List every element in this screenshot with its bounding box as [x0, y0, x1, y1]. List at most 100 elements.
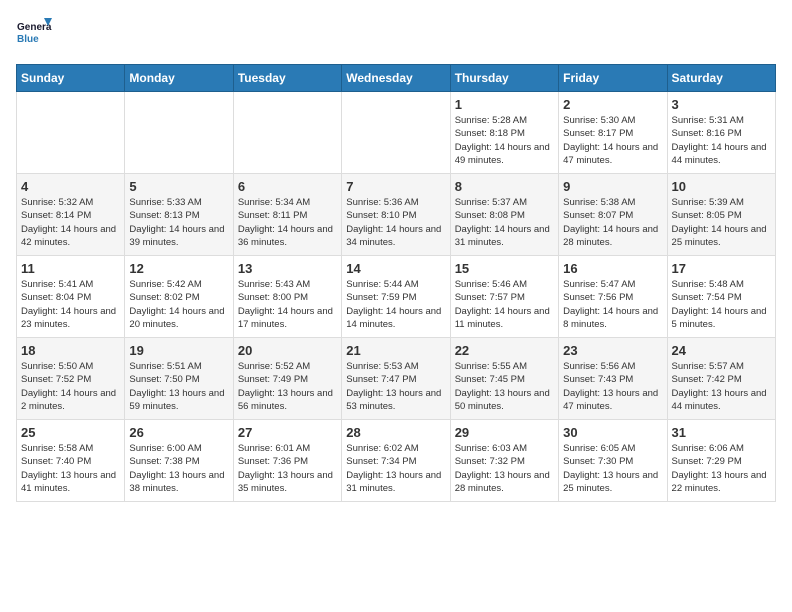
calendar-cell: 22 Sunrise: 5:55 AMSunset: 7:45 PMDayligh… — [450, 338, 558, 420]
calendar-cell: 29Sunrise: 6:03 AMSunset: 7:32 PMDayligh… — [450, 420, 558, 502]
day-header-sunday: Sunday — [17, 65, 125, 92]
calendar-cell: 14 Sunrise: 5:44 AMSunset: 7:59 PMDayligh… — [342, 256, 450, 338]
calendar-cell: 26 Sunrise: 6:00 AMSunset: 7:38 PMDayligh… — [125, 420, 233, 502]
calendar-week-row: 1Sunrise: 5:28 AMSunset: 8:18 PMDaylight… — [17, 92, 776, 174]
day-number: 8 — [455, 179, 554, 194]
day-header-monday: Monday — [125, 65, 233, 92]
cell-details: Sunrise: 5:43 AMSunset: 8:00 PMDaylight:… — [238, 278, 337, 331]
day-number: 11 — [21, 261, 120, 276]
calendar-cell: 3 Sunrise: 5:31 AMSunset: 8:16 PMDaylight… — [667, 92, 775, 174]
calendar-cell: 19Sunrise: 5:51 AMSunset: 7:50 PMDayligh… — [125, 338, 233, 420]
day-number: 28 — [346, 425, 445, 440]
calendar-cell: 17 Sunrise: 5:48 AMSunset: 7:54 PMDayligh… — [667, 256, 775, 338]
calendar-cell — [342, 92, 450, 174]
svg-text:Blue: Blue — [17, 34, 39, 45]
calendar-week-row: 25Sunrise: 5:58 AMSunset: 7:40 PMDayligh… — [17, 420, 776, 502]
day-number: 13 — [238, 261, 337, 276]
cell-details: Sunrise: 5:31 AMSunset: 8:16 PMDaylight:… — [672, 114, 771, 167]
calendar-cell: 30 Sunrise: 6:05 AMSunset: 7:30 PMDayligh… — [559, 420, 667, 502]
cell-details: Sunrise: 6:02 AMSunset: 7:34 PMDaylight:… — [346, 442, 445, 495]
calendar-week-row: 4 Sunrise: 5:32 AMSunset: 8:14 PMDaylight… — [17, 174, 776, 256]
day-number: 18 — [21, 343, 120, 358]
cell-details: Sunrise: 5:28 AMSunset: 8:18 PMDaylight:… — [455, 114, 554, 167]
calendar-cell: 11 Sunrise: 5:41 AMSunset: 8:04 PMDayligh… — [17, 256, 125, 338]
cell-details: Sunrise: 5:57 AMSunset: 7:42 PMDaylight:… — [672, 360, 771, 413]
cell-details: Sunrise: 5:33 AMSunset: 8:13 PMDaylight:… — [129, 196, 228, 249]
day-header-friday: Friday — [559, 65, 667, 92]
day-number: 4 — [21, 179, 120, 194]
day-number: 10 — [672, 179, 771, 194]
cell-details: Sunrise: 5:37 AMSunset: 8:08 PMDaylight:… — [455, 196, 554, 249]
calendar-cell: 4 Sunrise: 5:32 AMSunset: 8:14 PMDaylight… — [17, 174, 125, 256]
day-number: 17 — [672, 261, 771, 276]
calendar-cell: 13 Sunrise: 5:43 AMSunset: 8:00 PMDayligh… — [233, 256, 341, 338]
cell-details: Sunrise: 5:55 AMSunset: 7:45 PMDaylight:… — [455, 360, 554, 413]
cell-details: Sunrise: 5:32 AMSunset: 8:14 PMDaylight:… — [21, 196, 120, 249]
calendar-cell — [17, 92, 125, 174]
calendar-cell — [125, 92, 233, 174]
day-number: 19 — [129, 343, 228, 358]
logo-graphic: General Blue — [16, 16, 52, 52]
day-number: 21 — [346, 343, 445, 358]
cell-details: Sunrise: 5:41 AMSunset: 8:04 PMDaylight:… — [21, 278, 120, 331]
calendar-cell: 12 Sunrise: 5:42 AMSunset: 8:02 PMDayligh… — [125, 256, 233, 338]
day-number: 31 — [672, 425, 771, 440]
page-header: General Blue — [16, 16, 776, 52]
logo: General Blue — [16, 16, 52, 52]
calendar-cell: 20 Sunrise: 5:52 AMSunset: 7:49 PMDayligh… — [233, 338, 341, 420]
cell-details: Sunrise: 5:34 AMSunset: 8:11 PMDaylight:… — [238, 196, 337, 249]
cell-details: Sunrise: 5:47 AMSunset: 7:56 PMDaylight:… — [563, 278, 662, 331]
calendar-week-row: 11 Sunrise: 5:41 AMSunset: 8:04 PMDayligh… — [17, 256, 776, 338]
day-number: 29 — [455, 425, 554, 440]
calendar-cell — [233, 92, 341, 174]
calendar-cell: 8 Sunrise: 5:37 AMSunset: 8:08 PMDaylight… — [450, 174, 558, 256]
calendar-cell: 9 Sunrise: 5:38 AMSunset: 8:07 PMDaylight… — [559, 174, 667, 256]
cell-details: Sunrise: 5:52 AMSunset: 7:49 PMDaylight:… — [238, 360, 337, 413]
day-number: 2 — [563, 97, 662, 112]
day-number: 9 — [563, 179, 662, 194]
day-header-tuesday: Tuesday — [233, 65, 341, 92]
cell-details: Sunrise: 5:44 AMSunset: 7:59 PMDaylight:… — [346, 278, 445, 331]
day-number: 12 — [129, 261, 228, 276]
day-number: 6 — [238, 179, 337, 194]
day-number: 25 — [21, 425, 120, 440]
day-number: 23 — [563, 343, 662, 358]
calendar-cell: 1Sunrise: 5:28 AMSunset: 8:18 PMDaylight… — [450, 92, 558, 174]
day-number: 15 — [455, 261, 554, 276]
cell-details: Sunrise: 5:46 AMSunset: 7:57 PMDaylight:… — [455, 278, 554, 331]
calendar-cell: 31 Sunrise: 6:06 AMSunset: 7:29 PMDayligh… — [667, 420, 775, 502]
calendar-cell: 25Sunrise: 5:58 AMSunset: 7:40 PMDayligh… — [17, 420, 125, 502]
calendar-cell: 2Sunrise: 5:30 AMSunset: 8:17 PMDaylight… — [559, 92, 667, 174]
day-number: 27 — [238, 425, 337, 440]
cell-details: Sunrise: 5:39 AMSunset: 8:05 PMDaylight:… — [672, 196, 771, 249]
day-number: 16 — [563, 261, 662, 276]
calendar-cell: 10 Sunrise: 5:39 AMSunset: 8:05 PMDayligh… — [667, 174, 775, 256]
calendar-cell: 27Sunrise: 6:01 AMSunset: 7:36 PMDayligh… — [233, 420, 341, 502]
day-number: 20 — [238, 343, 337, 358]
cell-details: Sunrise: 5:42 AMSunset: 8:02 PMDaylight:… — [129, 278, 228, 331]
cell-details: Sunrise: 5:38 AMSunset: 8:07 PMDaylight:… — [563, 196, 662, 249]
day-number: 14 — [346, 261, 445, 276]
day-number: 3 — [672, 97, 771, 112]
calendar-cell: 24Sunrise: 5:57 AMSunset: 7:42 PMDayligh… — [667, 338, 775, 420]
day-header-thursday: Thursday — [450, 65, 558, 92]
calendar-cell: 21Sunrise: 5:53 AMSunset: 7:47 PMDayligh… — [342, 338, 450, 420]
day-number: 7 — [346, 179, 445, 194]
calendar-table: SundayMondayTuesdayWednesdayThursdayFrid… — [16, 64, 776, 502]
cell-details: Sunrise: 5:48 AMSunset: 7:54 PMDaylight:… — [672, 278, 771, 331]
cell-details: Sunrise: 6:06 AMSunset: 7:29 PMDaylight:… — [672, 442, 771, 495]
day-number: 30 — [563, 425, 662, 440]
cell-details: Sunrise: 6:05 AMSunset: 7:30 PMDaylight:… — [563, 442, 662, 495]
cell-details: Sunrise: 6:00 AMSunset: 7:38 PMDaylight:… — [129, 442, 228, 495]
calendar-cell: 15 Sunrise: 5:46 AMSunset: 7:57 PMDayligh… — [450, 256, 558, 338]
day-number: 26 — [129, 425, 228, 440]
calendar-week-row: 18 Sunrise: 5:50 AMSunset: 7:52 PMDayligh… — [17, 338, 776, 420]
day-header-saturday: Saturday — [667, 65, 775, 92]
cell-details: Sunrise: 5:36 AMSunset: 8:10 PMDaylight:… — [346, 196, 445, 249]
day-header-wednesday: Wednesday — [342, 65, 450, 92]
day-number: 22 — [455, 343, 554, 358]
cell-details: Sunrise: 5:50 AMSunset: 7:52 PMDaylight:… — [21, 360, 120, 413]
calendar-cell: 16 Sunrise: 5:47 AMSunset: 7:56 PMDayligh… — [559, 256, 667, 338]
calendar-cell: 7 Sunrise: 5:36 AMSunset: 8:10 PMDaylight… — [342, 174, 450, 256]
calendar-cell: 6 Sunrise: 5:34 AMSunset: 8:11 PMDaylight… — [233, 174, 341, 256]
